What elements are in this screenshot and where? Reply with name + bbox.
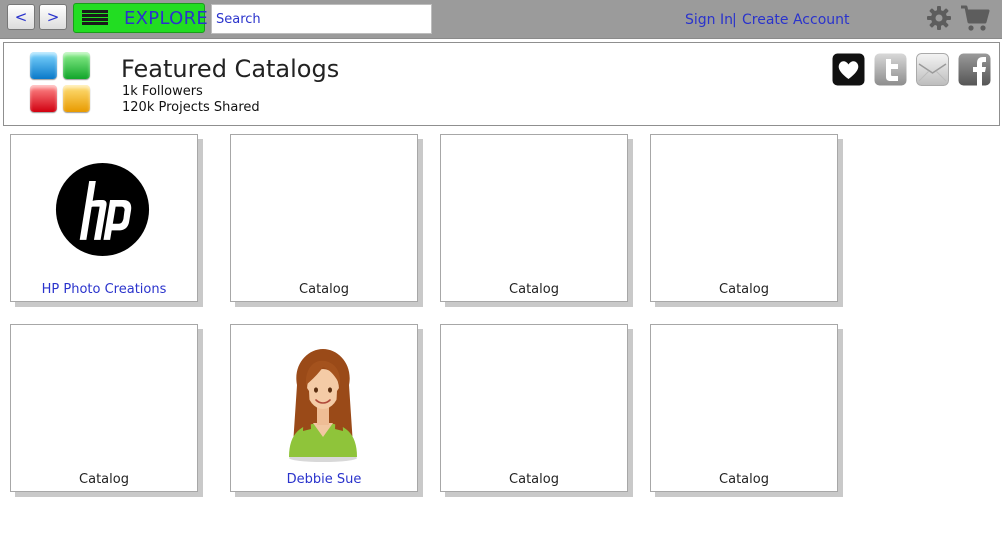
page-title: Featured Catalogs [121, 55, 340, 83]
followers-count: 1k Followers [122, 84, 203, 99]
catalog-label[interactable]: Debbie Sue [231, 472, 417, 487]
facebook-icon[interactable] [958, 53, 991, 86]
back-button[interactable]: < [7, 4, 35, 30]
catalog-card[interactable]: Catalog [230, 134, 418, 302]
catalog-card[interactable]: Catalog [650, 134, 838, 302]
catalog-card[interactable]: Catalog [440, 134, 628, 302]
catalog-label: Catalog [509, 282, 559, 297]
explore-button[interactable]: EXPLORE [73, 3, 209, 33]
heart-icon[interactable] [832, 53, 865, 86]
catalog-label: Catalog [299, 282, 349, 297]
email-icon[interactable] [916, 53, 949, 86]
catalog-label: Catalog [719, 472, 769, 487]
catalog-card[interactable]: Catalog [650, 324, 838, 492]
app-logo [30, 52, 92, 114]
sign-in-link[interactable]: Sign In [685, 12, 733, 28]
catalog-label: Catalog [719, 282, 769, 297]
cart-icon[interactable] [960, 4, 990, 32]
top-bar: < > EXPLORE Sign In | Create Account [0, 0, 1002, 39]
projects-count: 120k Projects Shared [122, 100, 260, 115]
catalog-card[interactable]: Catalog [440, 324, 628, 492]
forward-button[interactable]: > [39, 4, 67, 30]
catalog-label: Catalog [509, 472, 559, 487]
menu-icon [82, 10, 108, 27]
catalog-header: Featured Catalogs 1k Followers 120k Proj… [3, 42, 1000, 126]
user-avatar-icon [289, 349, 357, 462]
catalog-card[interactable]: Catalog [10, 324, 198, 492]
search-input[interactable] [211, 4, 432, 34]
hp-logo-icon [55, 162, 150, 257]
create-account-link[interactable]: Create Account [742, 12, 850, 28]
catalog-label[interactable]: HP Photo Creations [11, 282, 197, 297]
gear-icon[interactable] [926, 5, 952, 31]
catalog-card[interactable]: HP Photo Creations [10, 134, 198, 302]
catalog-card[interactable]: Debbie Sue [230, 324, 418, 492]
catalog-label: Catalog [79, 472, 129, 487]
twitter-icon[interactable] [874, 53, 907, 86]
explore-label: EXPLORE [124, 8, 209, 29]
auth-separator: | [732, 12, 737, 28]
